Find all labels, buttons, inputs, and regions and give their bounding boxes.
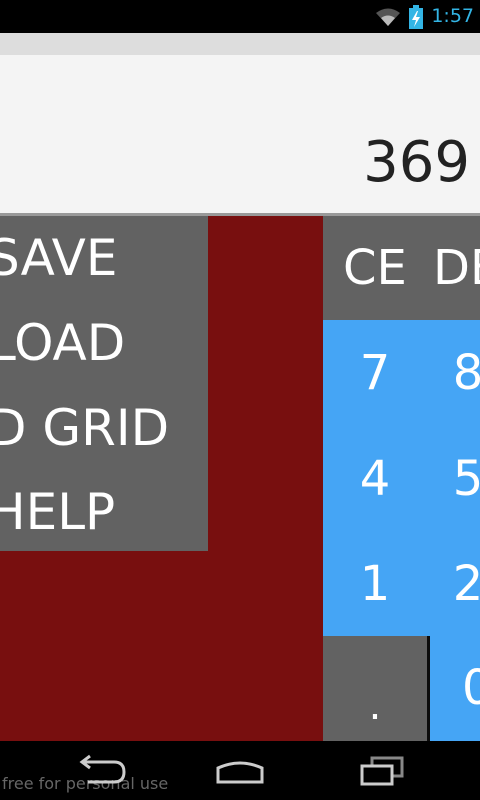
- side-menu: SAVE LOAD D GRID HELP: [0, 216, 208, 551]
- wifi-icon: [376, 8, 401, 26]
- ce-button[interactable]: CE: [343, 216, 407, 320]
- display-value: 369: [363, 130, 470, 195]
- status-icons: 1:57: [375, 4, 474, 29]
- recent-apps-icon[interactable]: [354, 752, 410, 788]
- app-bar: [0, 33, 480, 55]
- key-5[interactable]: 5: [416, 451, 480, 507]
- clock: 1:57: [431, 5, 474, 27]
- key-4[interactable]: 4: [323, 451, 427, 507]
- battery-charging-icon: [409, 4, 424, 29]
- keypad-function-row: CE DE: [323, 216, 480, 320]
- menu-item-load[interactable]: LOAD: [0, 301, 208, 385]
- delete-button[interactable]: DE: [433, 216, 480, 320]
- decimal-button[interactable]: .: [323, 636, 427, 741]
- menu-item-help[interactable]: HELP: [0, 470, 208, 551]
- menu-item-grid[interactable]: D GRID: [0, 386, 208, 470]
- key-2[interactable]: 2: [416, 556, 480, 612]
- keypad-bottom-row: . 0: [323, 636, 480, 741]
- calculator-display: 369: [0, 55, 480, 213]
- back-icon[interactable]: [74, 752, 130, 788]
- menu-item-save[interactable]: SAVE: [0, 216, 208, 300]
- key-1[interactable]: 1: [323, 556, 427, 612]
- key-8[interactable]: 8: [416, 345, 480, 401]
- key-0[interactable]: 0: [430, 636, 480, 741]
- number-keypad: 7 8 4 5 1 2: [323, 320, 480, 636]
- home-icon[interactable]: [212, 752, 268, 788]
- status-bar: 1:57: [0, 0, 480, 33]
- key-7[interactable]: 7: [323, 345, 427, 401]
